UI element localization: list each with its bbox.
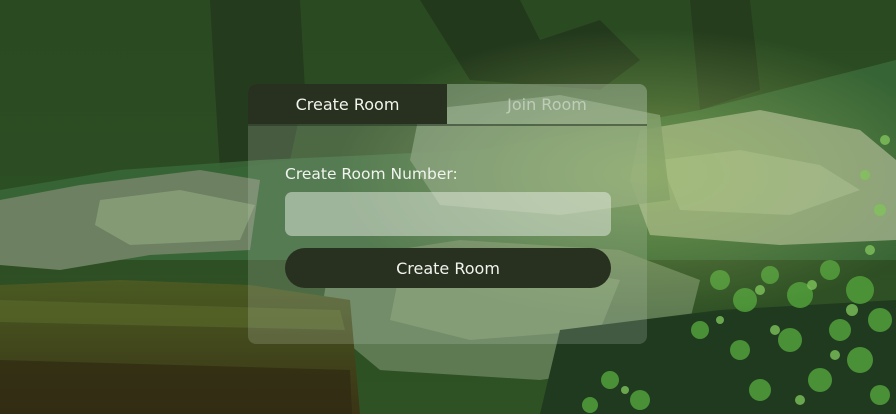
forest-background-scene: Create Room Join Room Create Room Number… bbox=[0, 0, 896, 414]
create-room-button[interactable]: Create Room bbox=[285, 248, 611, 288]
room-number-label: Create Room Number: bbox=[285, 165, 458, 183]
room-number-input[interactable] bbox=[285, 192, 611, 236]
room-panel: Create Room Join Room Create Room Number… bbox=[248, 84, 647, 344]
tab-create-room[interactable]: Create Room bbox=[248, 84, 447, 124]
room-tabs: Create Room Join Room bbox=[248, 84, 647, 126]
tab-join-room[interactable]: Join Room bbox=[447, 84, 647, 124]
create-room-form: Create Room Number: Create Room bbox=[285, 164, 611, 288]
